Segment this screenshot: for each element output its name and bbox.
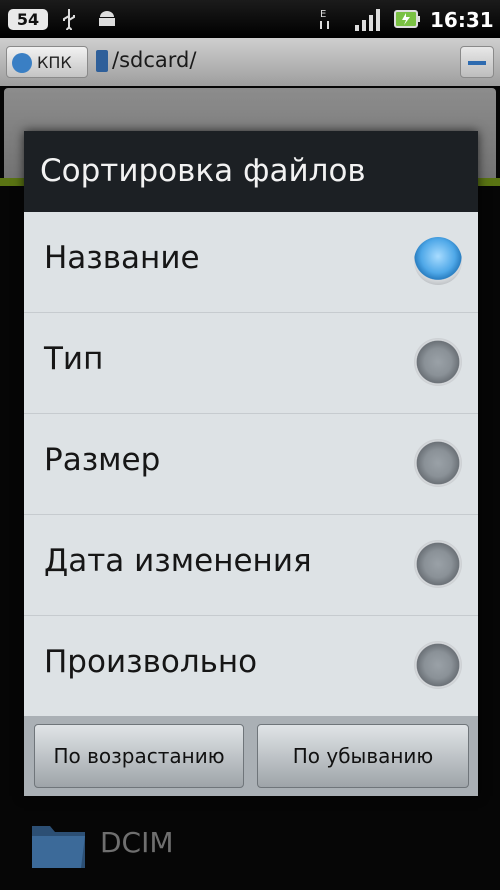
option-label: Размер bbox=[44, 442, 161, 478]
current-path: /sdcard/ bbox=[112, 48, 197, 72]
status-bar: 54 E 16:31 bbox=[0, 0, 500, 38]
option-label: Тип bbox=[44, 341, 104, 377]
sort-dialog: Сортировка файлов Название Тип Размер Да… bbox=[24, 131, 478, 796]
radio-button[interactable] bbox=[414, 338, 462, 386]
path-bar: КПК /sdcard/ bbox=[0, 38, 500, 86]
radio-button-checked[interactable] bbox=[414, 237, 462, 285]
option-label: Произвольно bbox=[44, 644, 258, 680]
collapse-button[interactable] bbox=[460, 46, 494, 78]
sort-option-type[interactable]: Тип bbox=[24, 313, 478, 414]
radio-button[interactable] bbox=[414, 439, 462, 487]
folder-name[interactable]: DCIM bbox=[100, 826, 174, 859]
sdcard-icon bbox=[96, 50, 108, 72]
radio-button[interactable] bbox=[414, 641, 462, 689]
sort-option-name[interactable]: Название bbox=[24, 212, 478, 313]
sort-option-custom[interactable]: Произвольно bbox=[24, 616, 478, 716]
sort-option-date-modified[interactable]: Дата изменения bbox=[24, 515, 478, 616]
dialog-button-bar: По возрастанию По убыванию bbox=[24, 716, 478, 796]
sort-option-size[interactable]: Размер bbox=[24, 414, 478, 515]
notification-count-badge: 54 bbox=[8, 9, 48, 30]
usb-icon bbox=[63, 9, 75, 30]
chevron-down-icon bbox=[12, 53, 32, 73]
location-button-label: КПК bbox=[37, 53, 72, 72]
option-label: Название bbox=[44, 240, 200, 276]
option-label: Дата изменения bbox=[44, 543, 312, 579]
signal-icon bbox=[355, 9, 380, 31]
sort-options-list: Название Тип Размер Дата изменения Произ… bbox=[24, 212, 478, 716]
location-button[interactable]: КПК bbox=[6, 46, 88, 78]
radio-button[interactable] bbox=[414, 540, 462, 588]
battery-icon bbox=[394, 10, 420, 28]
descending-button[interactable]: По убыванию bbox=[257, 724, 469, 788]
svg-text:E: E bbox=[320, 9, 326, 20]
ascending-button[interactable]: По возрастанию bbox=[34, 724, 244, 788]
clock-time: 16:31 bbox=[430, 8, 494, 32]
data-e-icon: E bbox=[320, 9, 329, 29]
dialog-title: Сортировка файлов bbox=[24, 131, 478, 213]
folder-icon[interactable] bbox=[28, 812, 90, 874]
android-icon bbox=[99, 11, 115, 26]
